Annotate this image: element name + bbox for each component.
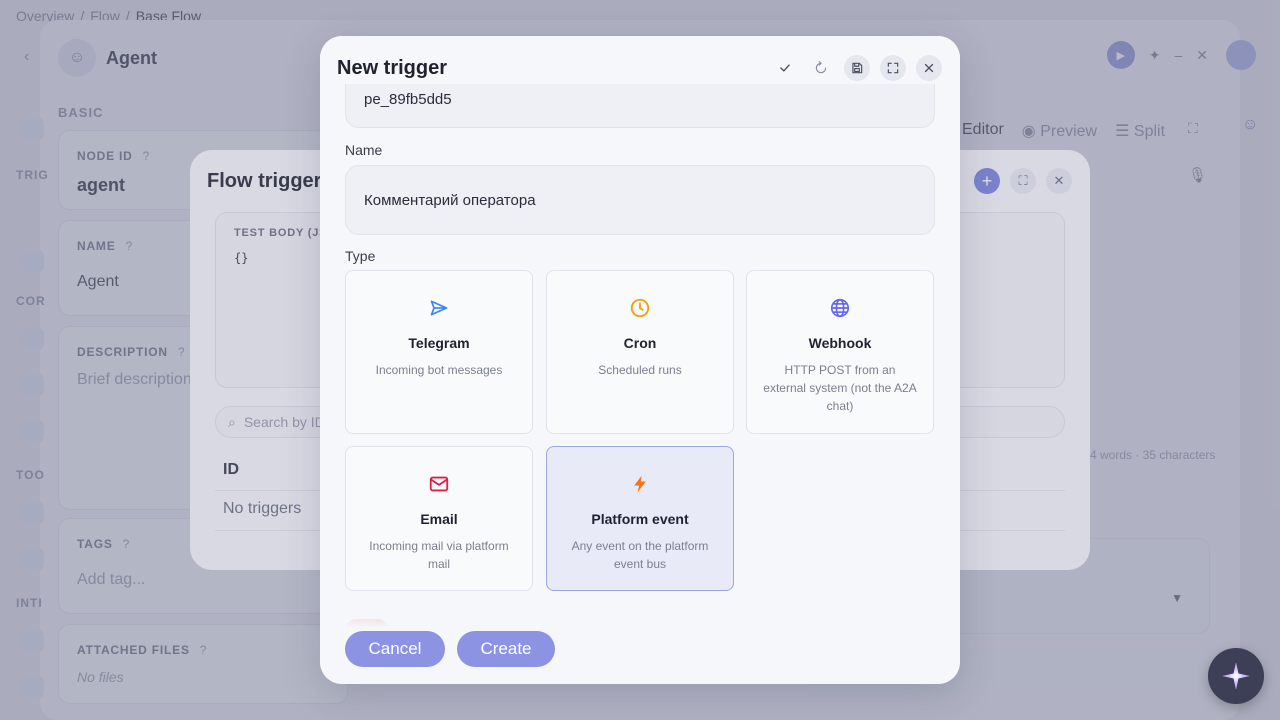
close-icon[interactable]: [916, 55, 942, 81]
modal-actions: [772, 55, 942, 81]
undo-icon[interactable]: [808, 55, 834, 81]
type-option-name: Email: [420, 511, 458, 527]
type-option-desc: HTTP POST from an external system (not t…: [763, 363, 917, 413]
modal-body: pe_89fb5dd5 Name Комментарий оператора T…: [320, 36, 960, 684]
type-option-desc: Incoming mail via platform mail: [369, 539, 509, 571]
type-label: Type: [345, 248, 376, 264]
create-button[interactable]: Create: [457, 631, 555, 667]
type-option-platform-event[interactable]: Platform event Any event on the platform…: [546, 446, 734, 591]
check-icon[interactable]: [772, 55, 798, 81]
mail-icon: [428, 473, 450, 495]
type-option-desc: Scheduled runs: [598, 363, 682, 377]
assistant-button[interactable]: [1208, 648, 1264, 704]
type-option-webhook[interactable]: Webhook HTTP POST from an external syste…: [746, 270, 934, 434]
type-option-cron[interactable]: Cron Scheduled runs: [546, 270, 734, 434]
name-label: Name: [345, 142, 383, 158]
type-option-name: Platform event: [591, 511, 689, 527]
type-option-telegram[interactable]: Telegram Incoming bot messages: [345, 270, 533, 434]
type-option-name: Cron: [623, 335, 657, 351]
modal-title: New trigger: [337, 57, 448, 79]
globe-icon: [829, 297, 851, 319]
clock-icon: [629, 297, 651, 319]
trigger-name-input[interactable]: Комментарий оператора: [345, 165, 935, 235]
type-option-desc: Incoming bot messages: [375, 363, 503, 377]
fullscreen-icon[interactable]: [880, 55, 906, 81]
type-option-email[interactable]: Email Incoming mail via platform mail: [345, 446, 533, 591]
type-option-desc: Any event on the platform event bus: [571, 539, 709, 571]
save-icon[interactable]: [844, 55, 870, 81]
type-option-name: Webhook: [808, 335, 872, 351]
modal-header: New trigger: [320, 36, 960, 84]
send-icon: [428, 297, 450, 319]
bolt-icon: [629, 473, 651, 495]
type-option-name: Telegram: [408, 335, 470, 351]
new-trigger-modal: pe_89fb5dd5 Name Комментарий оператора T…: [320, 36, 960, 684]
sparkle-icon: [1222, 662, 1250, 690]
cancel-button[interactable]: Cancel: [345, 631, 445, 667]
